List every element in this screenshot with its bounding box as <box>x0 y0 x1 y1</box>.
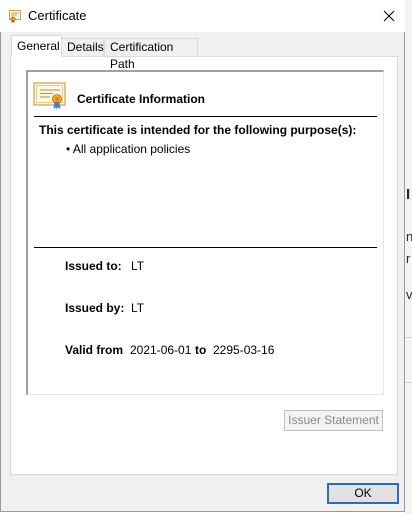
background-divider <box>405 337 412 338</box>
valid-from-label: Valid from <box>65 343 124 357</box>
issued-by-value: LT <box>131 301 145 315</box>
tab-certification-path[interactable]: Certification Path <box>104 38 198 71</box>
divider <box>34 247 377 248</box>
background-text-fragment: r <box>406 251 411 266</box>
tab-general[interactable]: General <box>11 35 62 57</box>
tab-details[interactable]: Details <box>61 38 104 56</box>
valid-from-value: 2021-06-01 <box>130 343 192 357</box>
purpose-list-item: • All application policies <box>66 142 191 156</box>
close-button[interactable] <box>375 4 403 28</box>
issued-to-value: LT <box>131 259 145 273</box>
certificate-large-icon <box>33 82 66 110</box>
issuer-statement-button[interactable]: Issuer Statement <box>284 410 383 431</box>
background-divider <box>405 382 412 383</box>
valid-to-value: 2295-03-16 <box>213 343 275 357</box>
background-text-fragment: v <box>406 287 412 302</box>
valid-to-label: to <box>195 343 207 357</box>
close-icon <box>383 10 395 22</box>
issued-to-label: Issued to: <box>65 259 122 273</box>
issued-by-label: Issued by: <box>65 301 125 315</box>
certificate-information-heading: Certificate Information <box>77 92 206 106</box>
purpose-heading: This certificate is intended for the fol… <box>39 123 357 137</box>
ok-button[interactable]: OK <box>327 483 399 504</box>
window-title: Certificate <box>28 8 87 23</box>
background-text-fragment: I <box>406 186 411 203</box>
background-text-fragment: n <box>406 229 412 244</box>
certificate-icon <box>9 10 21 23</box>
divider <box>34 116 377 117</box>
purpose-text: All application policies <box>72 142 191 156</box>
